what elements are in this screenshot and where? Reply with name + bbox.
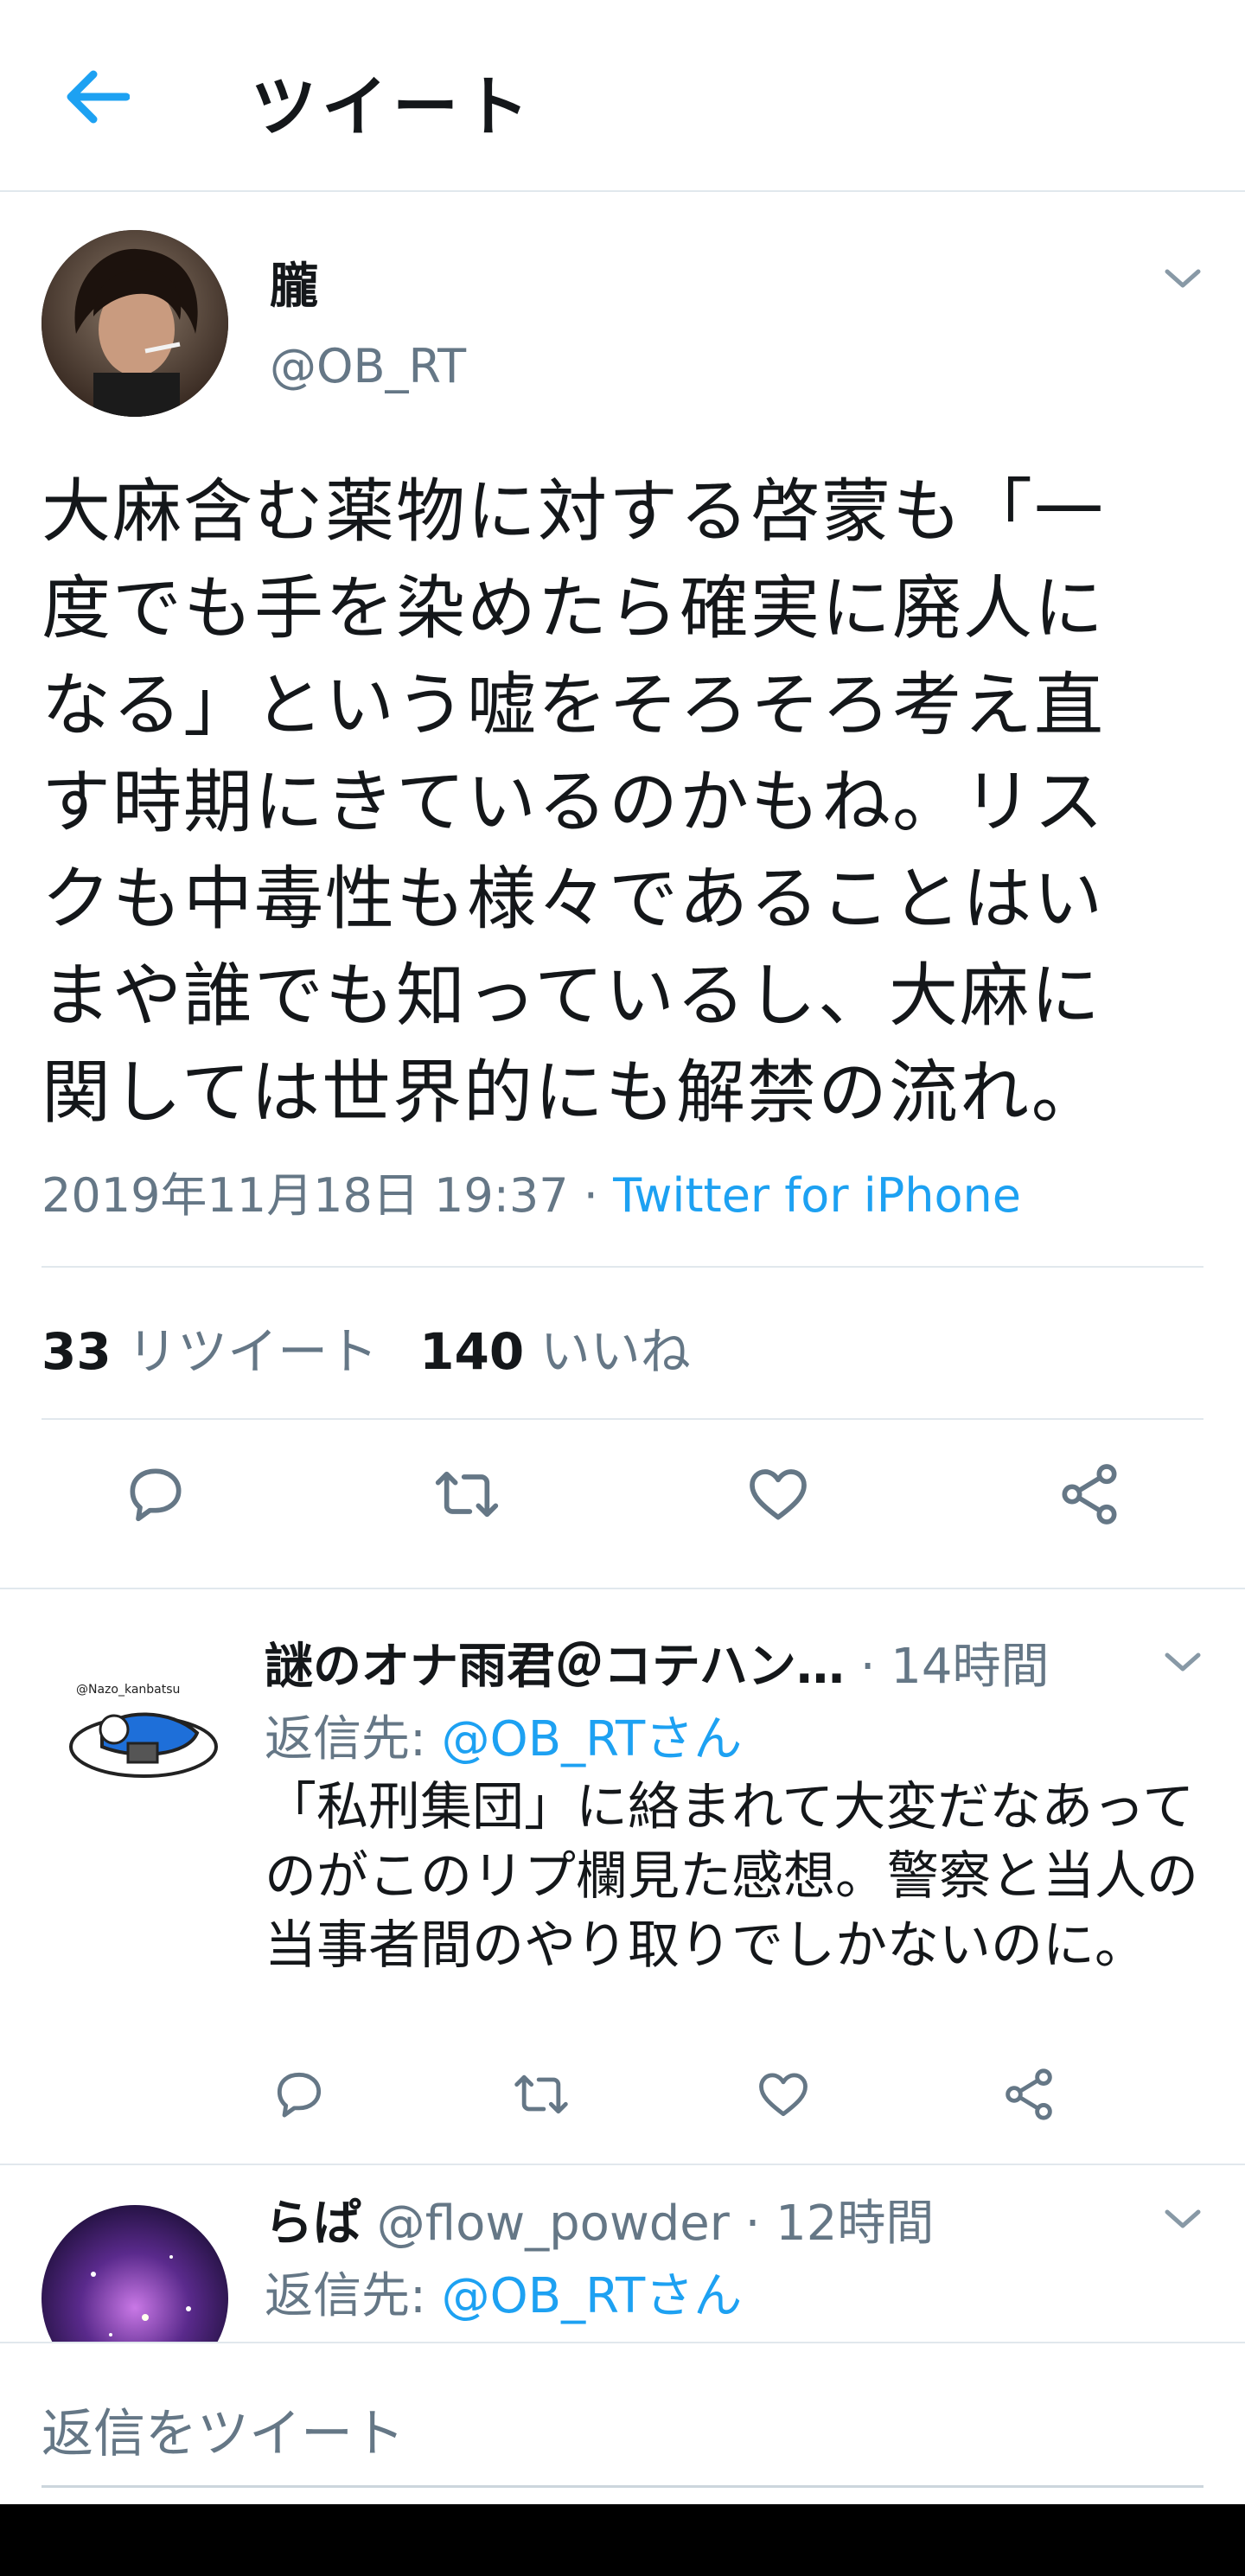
share-button[interactable]	[994, 2060, 1063, 2129]
avatar-image	[42, 230, 228, 417]
reply-text-line: 「私刑集団」に絡まれて大変だなあって	[265, 1777, 1195, 1838]
chevron-down-icon[interactable]	[1162, 265, 1204, 292]
like-count: 140	[419, 1322, 525, 1381]
arrow-left-icon	[67, 70, 130, 124]
reply-text: 「私刑集団」に絡まれて大変だなあって のがこのリプ欄見た感想。警察と当人の 当事…	[265, 1773, 1216, 1980]
author-handle[interactable]: @OB_RT	[270, 339, 466, 393]
tweet-source-link[interactable]: Twitter for iPhone	[613, 1168, 1021, 1223]
reply-to-handle[interactable]: @OB_RTさん	[442, 2268, 743, 2324]
share-icon	[1062, 1464, 1117, 1525]
tweet-actions	[0, 1453, 1245, 1556]
reply-avatar[interactable]	[42, 2205, 228, 2349]
avatar-image: @Nazo_kanbatsu	[69, 1683, 218, 1778]
compose-underline	[42, 2485, 1204, 2488]
tweet-text-line: クも中毒性も様々であることはい	[42, 859, 1105, 939]
reply-header: らぱ @flow_powder · 12時間	[265, 2184, 934, 2254]
share-button[interactable]	[1048, 1453, 1131, 1536]
main-tweet: 朧 @OB_RT 大麻含む薬物に対する啓蒙も「一 度でも手を染めたら確実に廃人に…	[0, 194, 1245, 1589]
retweet-label: リツイート	[127, 1322, 379, 1381]
retweet-button[interactable]	[507, 2060, 576, 2129]
meta-separator: ·	[568, 1168, 614, 1223]
reply-to-label: 返信先:	[265, 1711, 442, 1767]
page-title: ツイート	[251, 68, 534, 145]
reply-author-name[interactable]: 謎のオナ雨君＠コテハン…	[265, 1639, 845, 1695]
tweet-meta: 2019年11月18日 19:37 · Twitter for iPhone	[42, 1157, 1021, 1225]
system-navigation-bar	[0, 2504, 1245, 2576]
retweet-count: 33	[42, 1322, 112, 1381]
divider	[42, 1418, 1204, 1420]
reply-tweet[interactable]: らぱ @flow_powder · 12時間 返信先: @OB_RTさん	[0, 2167, 1245, 2349]
retweet-stat[interactable]: 33 リツイート	[42, 1322, 378, 1381]
tweet-text-line: なる」という嘘をそろそろ考え直	[42, 665, 1105, 745]
tweet-text-line: まや誰でも知っているし、大麻に	[42, 956, 1101, 1036]
reply-actions	[0, 2060, 1245, 2129]
like-button[interactable]	[749, 2060, 818, 2129]
tweet-stats: 33 リツイート 140 いいね	[42, 1311, 691, 1384]
share-icon	[1006, 2068, 1052, 2120]
back-button[interactable]	[61, 61, 133, 133]
tweet-text-line: す時期にきているのかもね。リス	[42, 762, 1105, 842]
tweet-timestamp: 2019年11月18日 19:37	[42, 1168, 569, 1223]
avatar-image	[42, 2205, 228, 2349]
tweet-text: 大麻含む薬物に対する啓蒙も「一 度でも手を染めたら確実に廃人に なる」という嘘を…	[42, 463, 1209, 1141]
like-icon	[750, 1469, 807, 1520]
chevron-down-icon[interactable]	[1162, 2205, 1204, 2233]
retweet-icon	[514, 2074, 568, 2114]
avatar-caption: @Nazo_kanbatsu	[76, 1683, 180, 1697]
like-stat[interactable]: 140 いいね	[419, 1322, 691, 1381]
reply-button[interactable]	[265, 2060, 334, 2129]
reply-button[interactable]	[114, 1453, 197, 1536]
reply-author-name[interactable]: らぱ	[265, 2196, 361, 2252]
author-avatar[interactable]	[42, 230, 228, 417]
like-icon	[759, 2073, 808, 2117]
compose-placeholder[interactable]: 返信をツイート	[42, 2392, 405, 2467]
reply-text-line: 当事者間のやり取りでしかないのに。	[265, 1915, 1146, 1976]
reply-avatar[interactable]: @Nazo_kanbatsu	[42, 1626, 228, 1812]
reply-text-line: のがこのリプ欄見た感想。警察と当人の	[265, 1846, 1198, 1907]
retweet-icon	[435, 1471, 499, 1518]
reply-to: 返信先: @OB_RTさん	[265, 1700, 742, 1770]
reply-to: 返信先: @OB_RTさん	[265, 2257, 742, 2327]
reply-to-handle[interactable]: @OB_RTさん	[442, 1711, 743, 1767]
tweet-text-line: 大麻含む薬物に対する啓蒙も「一	[42, 471, 1105, 552]
divider	[42, 1266, 1204, 1268]
reply-tweet[interactable]: @Nazo_kanbatsu 謎のオナ雨君＠コテハン… · 14時間 返信先: …	[0, 1591, 1245, 2165]
chevron-down-icon[interactable]	[1162, 1648, 1204, 1676]
reply-header: 謎のオナ雨君＠コテハン… · 14時間	[265, 1627, 1050, 1697]
tweet-text-line: 関しては世界的にも解禁の流れ。	[42, 1052, 1102, 1133]
reply-meta: · 14時間	[844, 1639, 1050, 1695]
reply-icon	[130, 1468, 182, 1522]
tweet-text-line: 度でも手を染めたら確実に廃人に	[42, 568, 1105, 649]
app-header: ツイート	[0, 0, 1245, 192]
reply-compose-bar[interactable]: 返信をツイート	[0, 2342, 1245, 2504]
retweet-button[interactable]	[425, 1453, 508, 1536]
reply-meta: @flow_powder · 12時間	[361, 2196, 935, 2252]
like-label: いいね	[540, 1322, 691, 1381]
author-name[interactable]: 朧	[270, 247, 318, 317]
like-button[interactable]	[737, 1453, 820, 1536]
reply-icon	[277, 2072, 322, 2118]
reply-to-label: 返信先:	[265, 2268, 442, 2324]
